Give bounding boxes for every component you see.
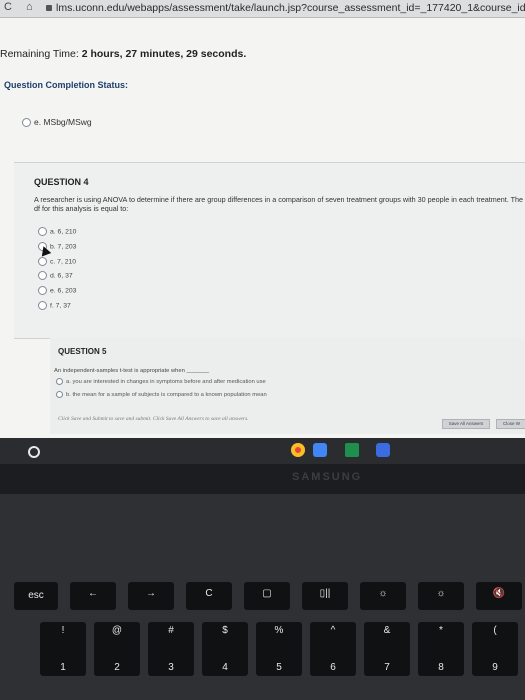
lock-icon [46, 5, 52, 11]
keyboard: esc ← → C ▢ ▯|| ☼ ☼ 🔇 ! 1 @2 #3 $4 % 5 ^ 6 … [0, 494, 525, 700]
q4-option[interactable]: e. 6, 203 [38, 286, 76, 295]
key-8[interactable]: * 8 [418, 622, 464, 676]
brightness-up-key[interactable]: ☼ [418, 582, 464, 610]
key-label: 7 [384, 662, 390, 673]
os-shelf [0, 438, 525, 464]
radio-button[interactable] [38, 257, 47, 266]
key-label: 9 [492, 662, 498, 673]
refresh-key[interactable]: C [186, 582, 232, 610]
key-5[interactable]: % 5 [256, 622, 302, 676]
key-label: 2 [114, 662, 120, 673]
chrome-icon[interactable] [291, 443, 305, 457]
option-label: e. 6, 203 [50, 287, 77, 295]
question-5-text: An independent-samples t-test is appropr… [54, 368, 210, 374]
mute-key[interactable]: 🔇 [476, 582, 522, 610]
option-label: e. MSbg/MSwg [34, 117, 92, 127]
q5-option[interactable]: b. the mean for a sample of subjects is … [56, 391, 267, 398]
q4-option[interactable]: c. 7, 210 [38, 257, 76, 266]
address-bar[interactable]: C ⌂ lms.uconn.edu/webapps/assessment/tak… [0, 0, 525, 18]
key-label: 6 [330, 662, 336, 673]
key-label: 🔇 [492, 588, 506, 599]
question-4-panel [14, 162, 525, 339]
q4-option[interactable]: f. 7, 37 [38, 301, 71, 310]
q4-option[interactable]: a. 6, 210 [38, 227, 76, 236]
overview-key[interactable]: ▯|| [302, 582, 348, 610]
key-shift-label: $ [222, 625, 228, 636]
question-5-title: QUESTION 5 [58, 347, 107, 356]
forward-key[interactable]: → [128, 582, 174, 610]
save-all-answers-button[interactable]: Save All Answers [442, 419, 490, 429]
browser-screen: C ⌂ lms.uconn.edu/webapps/assessment/tak… [0, 0, 525, 438]
remaining-time-label: Remaining Time: [0, 48, 79, 60]
key-label: ☼ [436, 588, 446, 599]
docs-icon[interactable] [376, 443, 390, 457]
key-1[interactable]: ! 1 [40, 622, 86, 676]
option-label: a. 6, 210 [50, 228, 77, 236]
radio-button[interactable] [38, 301, 47, 310]
key-label: esc [28, 590, 44, 601]
key-shift-label: % [274, 625, 284, 636]
radio-button[interactable] [56, 391, 63, 398]
option-label: a. you are interested in changes in symp… [66, 379, 266, 386]
option-label: c. 7, 210 [50, 258, 77, 266]
key-shift-label: @ [111, 625, 123, 636]
key-shift-label: ! [61, 625, 65, 636]
radio-button[interactable] [38, 227, 47, 236]
key-shift-label: * [439, 625, 443, 636]
key-6[interactable]: ^ 6 [310, 622, 356, 676]
key-4[interactable]: $4 [202, 622, 248, 676]
key-label: 3 [168, 662, 174, 673]
close-window-button[interactable]: Close W [496, 419, 525, 429]
option-label: b. 7, 203 [50, 243, 77, 251]
url-text[interactable]: lms.uconn.edu/webapps/assessment/take/la… [56, 2, 525, 14]
key-label: ☼ [378, 588, 388, 599]
question-4-text: A researcher is using ANOVA to determine… [34, 195, 524, 213]
remaining-time-value: 2 hours, 27 minutes, 29 seconds. [81, 48, 247, 60]
radio-button[interactable] [38, 271, 47, 280]
key-3[interactable]: #3 [148, 622, 194, 676]
prev-question-option[interactable]: e. MSbg/MSwg [22, 117, 92, 128]
option-label: b. the mean for a sample of subjects is … [66, 392, 267, 399]
key-label: 4 [222, 662, 228, 673]
back-key[interactable]: ← [70, 582, 116, 610]
submit-hint: Click Save and Submit to save and submit… [58, 416, 249, 422]
option-label: d. 6, 37 [50, 272, 73, 280]
hulu-icon[interactable] [345, 443, 359, 457]
key-2[interactable]: @2 [94, 622, 140, 676]
key-label: 1 [60, 662, 66, 673]
key-shift-label: # [168, 625, 174, 636]
key-label: 8 [438, 662, 444, 673]
remaining-time: Remaining Time: 2 hours, 27 minutes, 29 … [0, 48, 246, 60]
key-label: C [205, 588, 213, 599]
key-label: → [146, 588, 156, 599]
key-label: 5 [276, 662, 282, 673]
back-icon[interactable]: C [4, 1, 12, 13]
key-shift-label: ^ [330, 625, 336, 636]
q4-option[interactable]: d. 6, 37 [38, 271, 73, 280]
key-label: ← [88, 588, 98, 599]
laptop-bezel [0, 464, 525, 494]
key-label: ▯|| [319, 588, 331, 599]
key-label: ▢ [262, 588, 272, 599]
key-shift-label: & [383, 625, 391, 636]
radio-button[interactable] [22, 118, 31, 128]
radio-button[interactable] [56, 378, 63, 385]
completion-status[interactable]: Question Completion Status: [4, 80, 128, 90]
esc-key[interactable]: esc [14, 582, 58, 610]
key-shift-label: ( [493, 625, 497, 636]
radio-button[interactable] [38, 286, 47, 295]
key-9[interactable]: (9 [472, 622, 518, 676]
brightness-down-key[interactable]: ☼ [360, 582, 406, 610]
option-label: f. 7, 37 [50, 302, 71, 310]
key-7[interactable]: & 7 [364, 622, 410, 676]
home-icon[interactable]: ⌂ [26, 1, 33, 13]
fullscreen-key[interactable]: ▢ [244, 582, 290, 610]
brand-logo: SAMSUNG [292, 471, 363, 483]
launcher-icon[interactable] [28, 446, 40, 458]
question-4-title: QUESTION 4 [34, 177, 89, 187]
files-icon[interactable] [313, 443, 327, 457]
q5-option[interactable]: a. you are interested in changes in symp… [56, 378, 266, 385]
